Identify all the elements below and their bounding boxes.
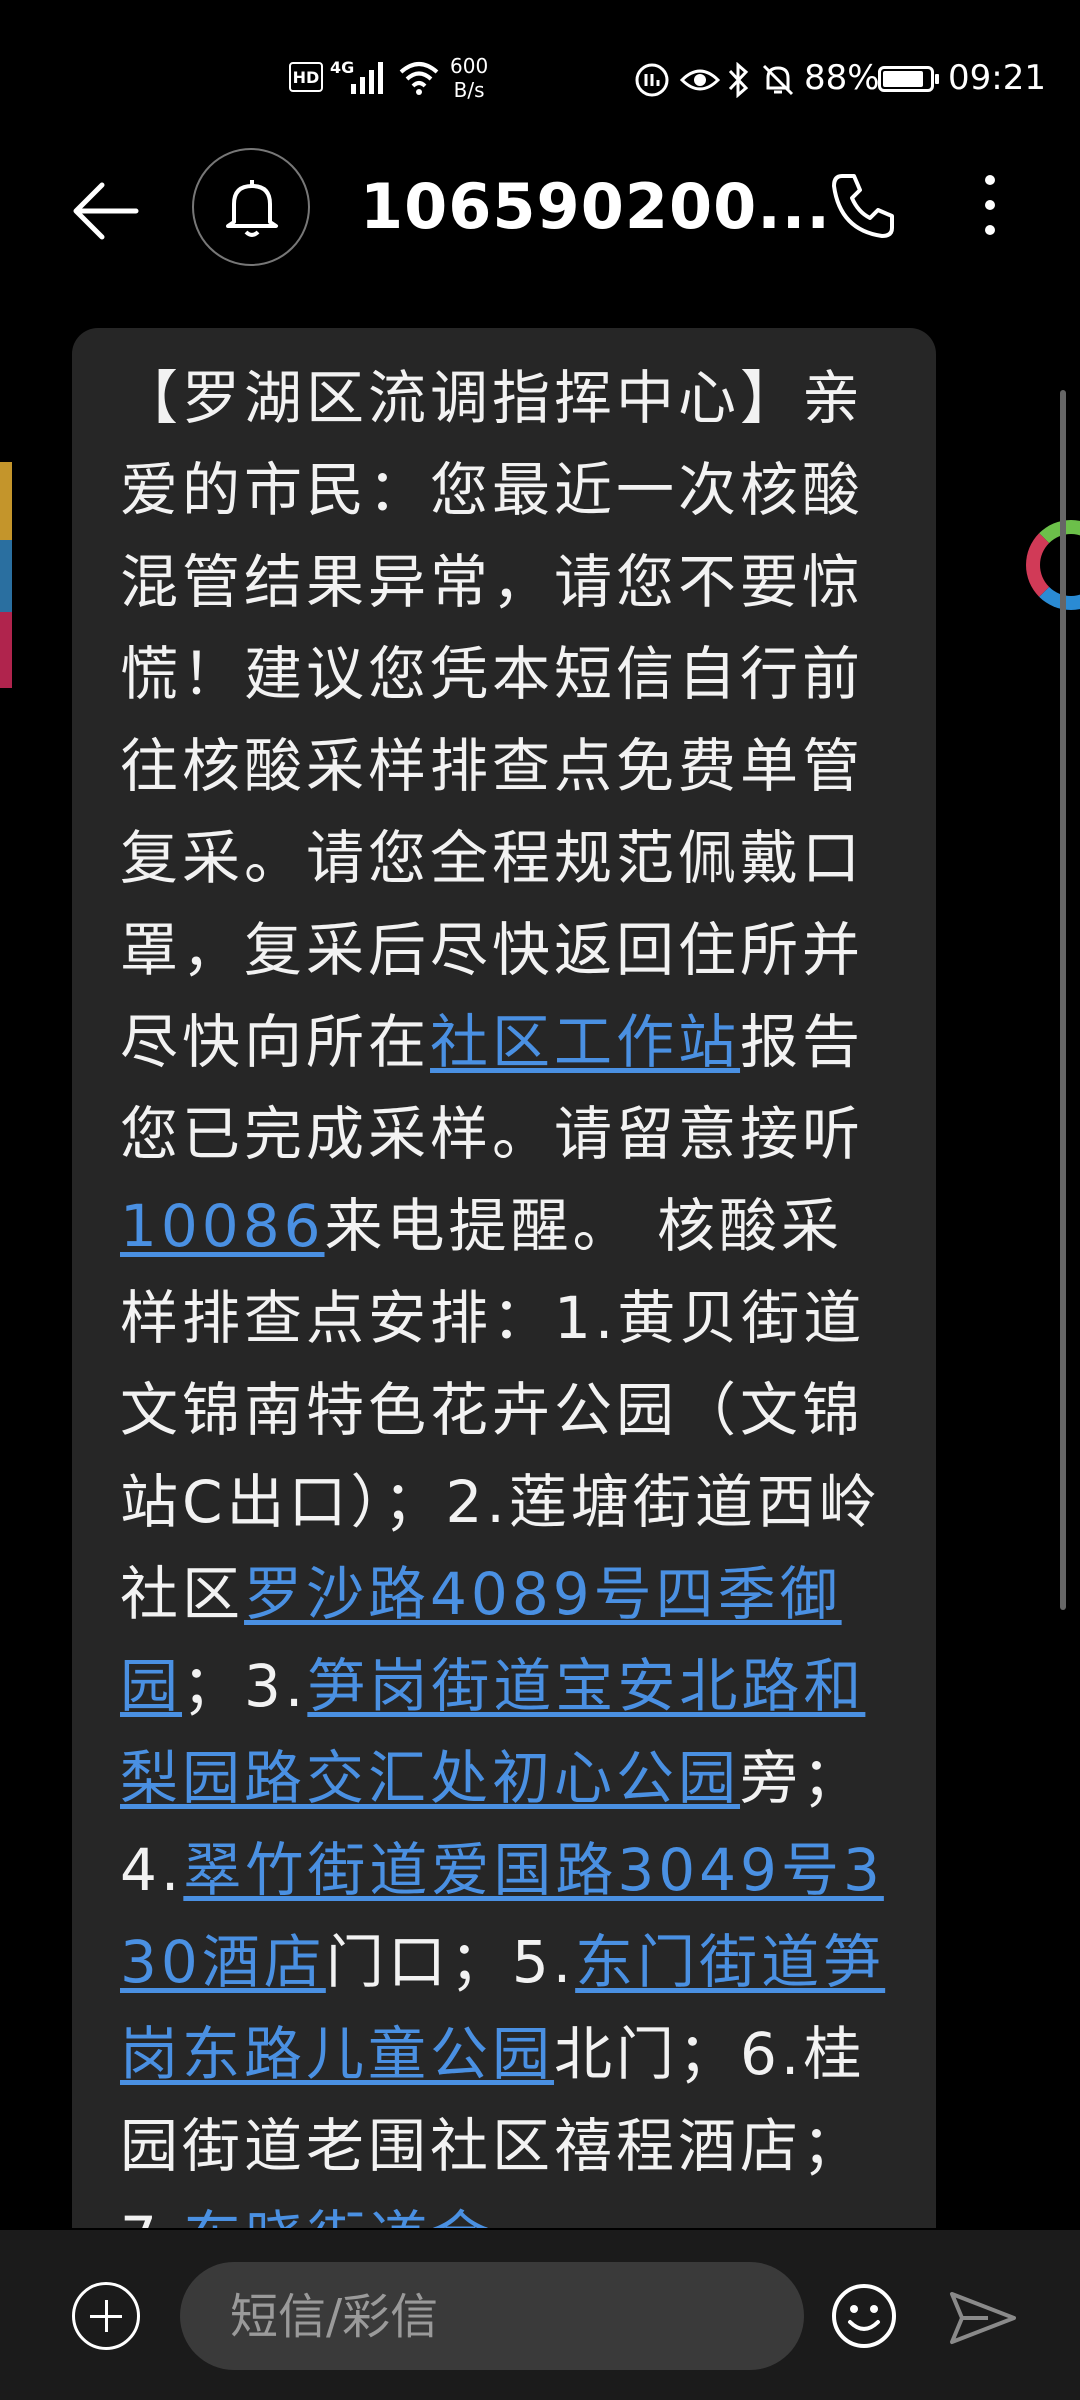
send-icon[interactable] bbox=[948, 2288, 1018, 2348]
message-input[interactable] bbox=[228, 2262, 772, 2372]
battery-icon bbox=[878, 66, 939, 92]
message-link[interactable]: 10086 bbox=[120, 1192, 325, 1260]
compose-bar bbox=[0, 2230, 1080, 2400]
back-arrow-icon[interactable] bbox=[70, 175, 142, 247]
clock: 09:21 bbox=[948, 58, 1046, 98]
mute-bell-icon bbox=[762, 64, 794, 96]
notification-toggle-button[interactable] bbox=[192, 148, 310, 266]
eye-icon bbox=[680, 69, 720, 91]
conversation-title: 106590200... bbox=[360, 170, 831, 243]
bluetooth-icon bbox=[728, 62, 749, 98]
app-ring-decoration bbox=[1026, 520, 1080, 610]
phone-icon[interactable] bbox=[828, 170, 898, 240]
battery-percent: 88% bbox=[804, 58, 880, 98]
status-bar: HD 4G 600 B/s 88% 09:21 bbox=[0, 0, 1080, 160]
message-link[interactable]: 社区工作站 bbox=[430, 1008, 740, 1076]
message-text-segment: 门口；5. bbox=[325, 1928, 576, 1996]
message-text-segment: 【罗湖区流调指挥中心】亲爱的市民：您最近一次核酸混管结果异常，请您不要惊慌！建议… bbox=[120, 364, 865, 1076]
edge-decoration bbox=[0, 612, 12, 688]
scrollbar[interactable] bbox=[1060, 390, 1066, 1610]
bell-icon bbox=[226, 180, 278, 237]
wifi-icon bbox=[399, 62, 439, 95]
nfc-icon bbox=[635, 63, 669, 97]
more-vertical-icon[interactable] bbox=[970, 172, 1010, 238]
network-speed: 600 B/s bbox=[450, 54, 489, 102]
signal-icon bbox=[351, 62, 383, 94]
message-link[interactable]: 东晓街道金 bbox=[183, 2204, 493, 2228]
edge-decoration bbox=[0, 462, 12, 540]
message-text-segment: ；3. bbox=[182, 1652, 308, 1720]
emoji-icon[interactable] bbox=[830, 2282, 898, 2350]
message-text: 【罗湖区流调指挥中心】亲爱的市民：您最近一次核酸混管结果异常，请您不要惊慌！建议… bbox=[120, 352, 900, 2228]
message-input-container[interactable] bbox=[180, 2262, 804, 2372]
edge-decoration bbox=[0, 540, 12, 612]
hd-badge: HD bbox=[289, 62, 323, 92]
add-circle-icon[interactable] bbox=[72, 2282, 140, 2350]
message-bubble[interactable]: 【罗湖区流调指挥中心】亲爱的市民：您最近一次核酸混管结果异常，请您不要惊慌！建议… bbox=[72, 328, 936, 2228]
